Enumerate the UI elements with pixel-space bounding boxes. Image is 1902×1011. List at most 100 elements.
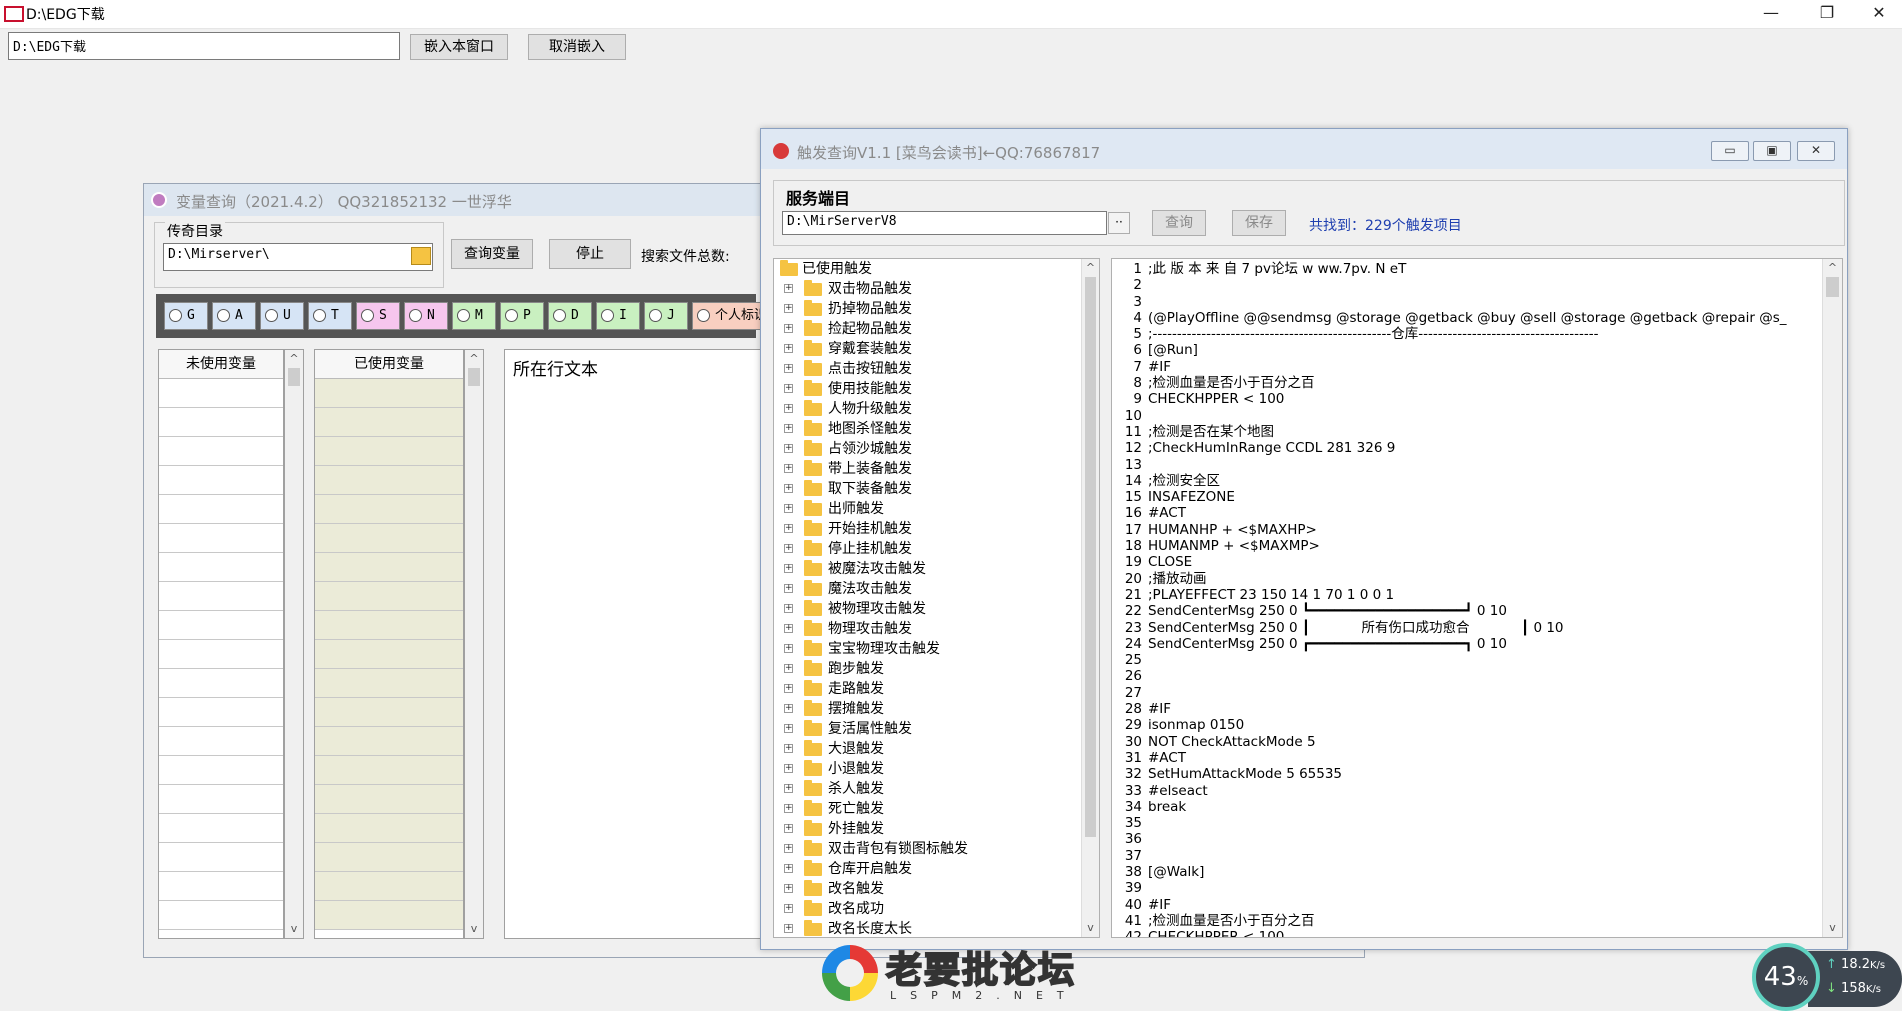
scroll-thumb[interactable] [468,368,480,386]
radio-10[interactable]: J [644,302,688,330]
expand-icon[interactable]: + [784,484,793,493]
table-row[interactable] [159,553,283,582]
tree-item[interactable]: + 宝宝物理攻击触发 [774,639,1081,659]
code-line[interactable]: 16 #ACT [1112,505,1822,521]
code-line[interactable]: 23 SendCenterMsg 250 0 ┃ 所有伤口成功愈合 ┃ 0 10 [1112,620,1822,636]
maximize-button[interactable]: ▣ [1753,141,1791,161]
close-button[interactable]: ✕ [1797,141,1835,161]
expand-icon[interactable]: + [784,624,793,633]
tree-item[interactable]: + 捡起物品触发 [774,319,1081,339]
code-line[interactable]: 4 (@PlayOffline @@sendmsg @storage @getba… [1112,310,1822,326]
tree-item[interactable]: + 被魔法攻击触发 [774,559,1081,579]
scroll-down-icon[interactable]: v [1082,919,1099,937]
radio-0[interactable]: G [164,302,208,330]
code-line[interactable]: 19 CLOSE [1112,554,1822,570]
code-line[interactable]: 13 [1112,457,1822,473]
table-row[interactable] [159,524,283,553]
browse-button[interactable]: ·· [1108,212,1130,234]
expand-icon[interactable]: + [784,444,793,453]
path-input[interactable]: D:\EDG下载 [8,32,400,60]
query-button[interactable]: 查询 [1152,210,1206,236]
table-row[interactable] [315,437,463,466]
scroll-up-icon[interactable]: ^ [465,350,483,368]
expand-icon[interactable]: + [784,324,793,333]
table-row[interactable] [159,669,283,698]
table-row[interactable] [159,437,283,466]
expand-icon[interactable]: + [784,304,793,313]
code-line[interactable]: 42 CHECKHPPER < 100 [1112,929,1822,937]
cancel-embed-button[interactable]: 取消嵌入 [528,34,626,60]
table-row[interactable] [315,408,463,437]
restore-button[interactable]: ❐ [1804,0,1850,28]
code-line[interactable]: 37 [1112,848,1822,864]
tree-item[interactable]: + 改名成功 [774,899,1081,919]
line-text-panel[interactable]: 所在行文本 [504,349,764,939]
code-line[interactable]: 2 [1112,277,1822,293]
expand-icon[interactable]: + [784,464,793,473]
close-button[interactable]: ✕ [1856,0,1902,28]
code-line[interactable]: 7 #IF [1112,359,1822,375]
expand-icon[interactable]: + [784,664,793,673]
table-row[interactable] [315,698,463,727]
code-line[interactable]: 15 INSAFEZONE [1112,489,1822,505]
radio-8[interactable]: D [548,302,592,330]
cpu-percent-circle[interactable]: 43% [1752,943,1820,1011]
table-row[interactable] [159,495,283,524]
table-row[interactable] [315,379,463,408]
table-row[interactable] [159,814,283,843]
table-row[interactable] [315,669,463,698]
table-row[interactable] [315,466,463,495]
expand-icon[interactable]: + [784,824,793,833]
tree-item[interactable]: + 穿戴套装触发 [774,339,1081,359]
expand-icon[interactable]: + [784,284,793,293]
code-line[interactable]: 18 HUMANMP + <$MAXMP> [1112,538,1822,554]
tree-item[interactable]: + 复活属性触发 [774,719,1081,739]
tree-item[interactable]: + 占领沙城触发 [774,439,1081,459]
minimize-button[interactable]: — [1748,0,1794,28]
expand-icon[interactable]: + [784,804,793,813]
expand-icon[interactable]: + [784,784,793,793]
expand-icon[interactable]: + [784,564,793,573]
code-line[interactable]: 33 #elseact [1112,783,1822,799]
table-row[interactable] [159,872,283,901]
tree-item[interactable]: + 改名触发 [774,879,1081,899]
table-row[interactable] [315,814,463,843]
table-row[interactable] [315,582,463,611]
radio-2[interactable]: U [260,302,304,330]
tree-item[interactable]: + 大退触发 [774,739,1081,759]
table-row[interactable] [315,553,463,582]
table-row[interactable] [159,901,283,930]
expand-icon[interactable]: + [784,544,793,553]
tree-item[interactable]: + 双击背包有锁图标触发 [774,839,1081,859]
table-row[interactable] [315,524,463,553]
expand-icon[interactable]: + [784,344,793,353]
code-line[interactable]: 10 [1112,408,1822,424]
radio-4[interactable]: S [356,302,400,330]
tree-item[interactable]: + 改名长度太长 [774,919,1081,937]
expand-icon[interactable]: + [784,384,793,393]
table-row[interactable] [159,611,283,640]
dir-input[interactable]: D:\Mirserver\ [163,243,433,271]
table-row[interactable] [159,843,283,872]
folder-open-icon[interactable] [411,247,431,265]
minimize-button[interactable]: ▭ [1711,141,1749,161]
save-button[interactable]: 保存 [1232,210,1286,236]
code-line[interactable]: 36 [1112,831,1822,847]
code-line[interactable]: 25 [1112,652,1822,668]
scroll-up-icon[interactable]: ^ [1082,259,1099,277]
code-line[interactable]: 12 ;CheckHumInRange CCDL 281 326 9 [1112,440,1822,456]
tree-item[interactable]: + 仓库开启触发 [774,859,1081,879]
table-row[interactable] [315,901,463,930]
table-row[interactable] [159,379,283,408]
table-row[interactable] [159,640,283,669]
server-dir-input[interactable]: D:\MirServerV8 [782,211,1107,235]
tree-item[interactable]: + 物理攻击触发 [774,619,1081,639]
table-row[interactable] [315,495,463,524]
tree-item[interactable]: + 死亡触发 [774,799,1081,819]
expand-icon[interactable]: + [784,644,793,653]
expand-icon[interactable]: + [784,764,793,773]
code-line[interactable]: 34 break [1112,799,1822,815]
tree-item[interactable]: + 外挂触发 [774,819,1081,839]
trigger-tree[interactable]: 已使用触发 + 双击物品触发 + 扔掉物品触发 + 捡起物品触发 + 穿戴套装触发 + 点击按钮触… [773,258,1100,938]
tree-root[interactable]: 已使用触发 [774,259,1081,279]
